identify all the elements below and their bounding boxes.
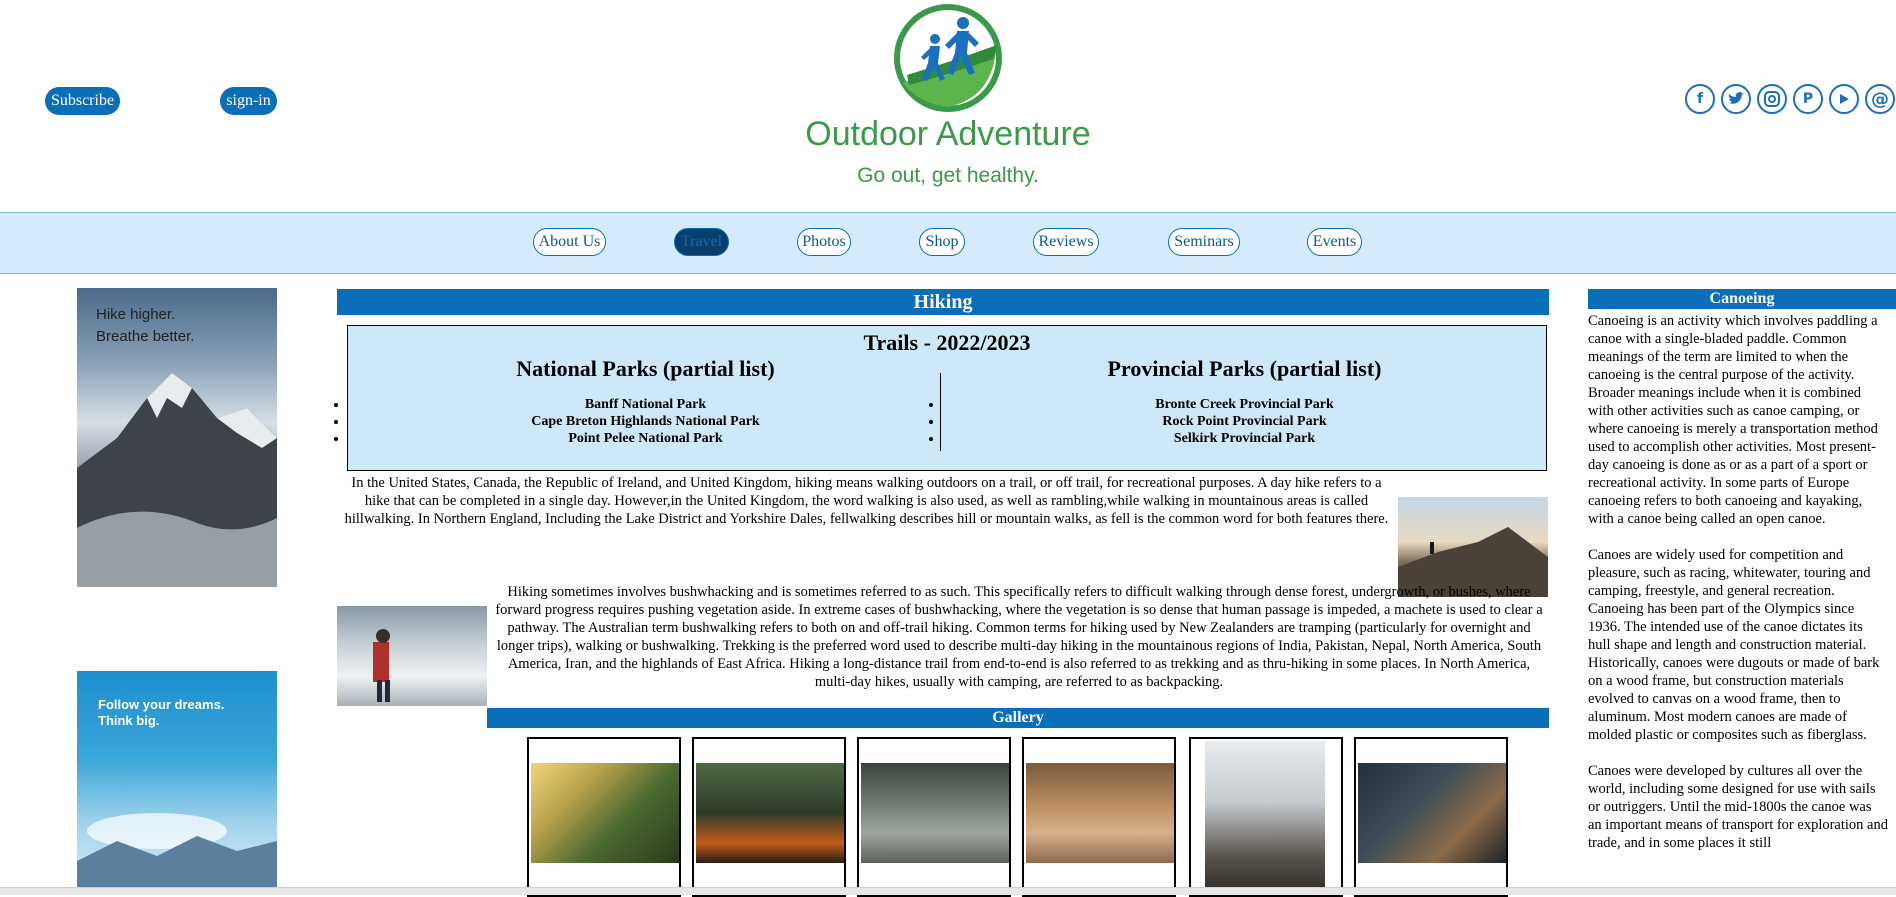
nav-shop[interactable]: Shop [919, 228, 965, 256]
pinterest-icon[interactable]: P [1793, 84, 1823, 114]
hiking-paragraph-1: In the United States, Canada, the Republ… [344, 475, 1389, 527]
nav-seminars[interactable]: Seminars [1168, 228, 1240, 256]
canoeing-heading: Canoeing [1588, 289, 1896, 309]
gallery-heading: Gallery [487, 708, 1549, 728]
gallery-item[interactable] [1189, 737, 1343, 897]
list-item: Cape Breton Highlands National Park [348, 413, 943, 430]
provincial-parks-section: Provincial Parks (partial list) Bronte C… [943, 356, 1546, 447]
rocks-backpack-image [861, 763, 1009, 863]
ad-sky-image[interactable]: Follow your dreams. Think big. [77, 671, 277, 887]
youtube-icon[interactable] [1829, 84, 1859, 114]
list-item: Banff National Park [348, 396, 943, 413]
trails-title: Trails - 2022/2023 [863, 330, 1031, 355]
parks-divider [940, 373, 941, 451]
nav-travel[interactable]: Travel [674, 228, 729, 256]
provincial-parks-title: Provincial Parks (partial list) [1107, 356, 1382, 381]
sign-in-button[interactable]: sign-in [220, 87, 277, 115]
site-tagline: Go out, get healthy. [857, 164, 1039, 187]
facebook-icon[interactable]: f [1685, 84, 1715, 114]
subscribe-button[interactable]: Subscribe [45, 87, 120, 115]
camp-stove-image [1205, 741, 1325, 895]
canoeing-paragraph-3: Canoes were developed by cultures all ov… [1588, 763, 1888, 851]
runners-logo-icon [894, 4, 1002, 112]
provincial-parks-list: Bronte Creek Provincial Park Rock Point … [943, 396, 1546, 447]
twitter-icon[interactable] [1721, 84, 1751, 114]
hiker-ridge-image[interactable] [1398, 497, 1548, 597]
site-title: Outdoor Adventure [805, 115, 1091, 153]
campfire-kettle-image [696, 763, 844, 863]
canoeing-text: Canoeing is an activity which involves p… [1588, 312, 1888, 870]
forest-hammock-image [531, 763, 679, 863]
gallery-item[interactable] [857, 737, 1011, 897]
national-parks-list: Banff National Park Cape Breton Highland… [348, 396, 943, 447]
nav-photos[interactable]: Photos [797, 228, 851, 256]
gallery-item[interactable] [1354, 737, 1508, 897]
list-item: Selkirk Provincial Park [943, 430, 1546, 447]
instagram-icon[interactable] [1757, 84, 1787, 114]
gallery-item[interactable] [692, 737, 846, 897]
ad1-line1: Hike higher. [96, 306, 176, 323]
canoeing-paragraph-1: Canoeing is an activity which involves p… [1588, 313, 1878, 527]
camp-food-image [1358, 763, 1506, 863]
site-logo[interactable] [893, 3, 1003, 113]
email-icon[interactable]: @ [1865, 84, 1895, 114]
nav-reviews[interactable]: Reviews [1033, 228, 1099, 256]
hiking-paragraph-2: Hiking sometimes involves bushwhacking a… [495, 584, 1543, 690]
ad2-line1: Follow your dreams. [98, 697, 225, 712]
gallery-item[interactable] [527, 737, 681, 897]
ad2-line2: Think big. [98, 713, 160, 728]
national-parks-title: National Parks (partial list) [516, 356, 775, 381]
paddleboard-image [1026, 763, 1174, 863]
hiking-heading: Hiking [337, 289, 1549, 315]
list-item: Rock Point Provincial Park [943, 413, 1546, 430]
hiker-glacier-image[interactable] [337, 606, 487, 706]
ad1-line2: Breathe better. [96, 328, 195, 345]
list-item: Bronte Creek Provincial Park [943, 396, 1546, 413]
nav-about-us[interactable]: About Us [533, 228, 606, 256]
gallery-item[interactable] [1022, 737, 1176, 897]
ad-mountain-image[interactable]: Hike higher. Breathe better. [77, 288, 277, 587]
national-parks-section: National Parks (partial list) Banff Nati… [348, 356, 943, 447]
nav-events[interactable]: Events [1307, 228, 1362, 256]
canoeing-paragraph-2: Canoes are widely used for competition a… [1588, 547, 1880, 743]
trails-box: Trails - 2022/2023 National Parks (parti… [347, 325, 1547, 471]
list-item: Point Pelee National Park [348, 430, 943, 447]
